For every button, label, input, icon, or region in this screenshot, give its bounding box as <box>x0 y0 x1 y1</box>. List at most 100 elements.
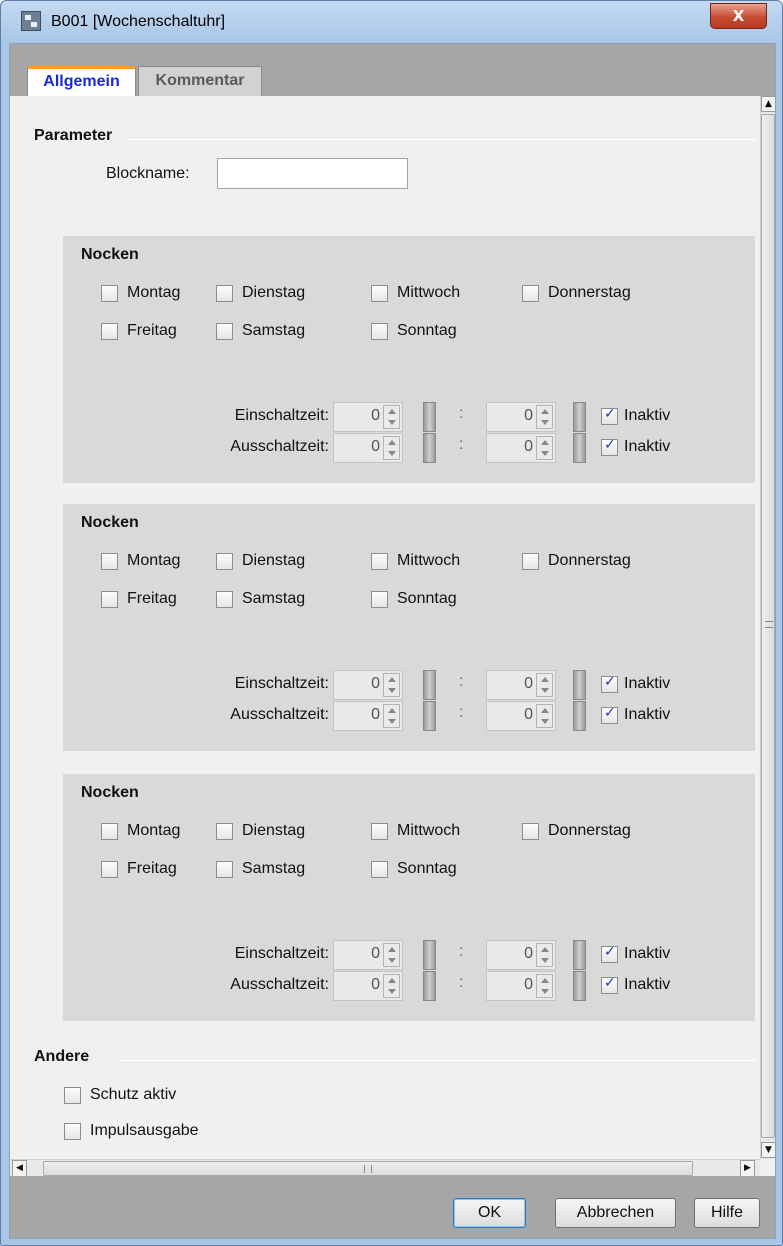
checkbox-mittwoch[interactable]: Mittwoch <box>371 552 460 570</box>
einschaltzeit-hours-spinner[interactable]: 0 <box>333 940 403 970</box>
spinner-arrows-icon[interactable] <box>536 673 553 697</box>
checkbox-box[interactable] <box>371 322 388 340</box>
einschaltzeit-minutes-slider[interactable] <box>573 940 586 970</box>
spinner-arrows-icon[interactable] <box>383 704 400 728</box>
checkbox-box[interactable] <box>371 860 388 878</box>
ausschaltzeit-minutes-slider[interactable] <box>573 971 586 1001</box>
einschaltzeit-minutes-slider[interactable] <box>573 670 586 700</box>
checkbox-box[interactable] <box>101 860 118 878</box>
ausschaltzeit-hours-spinner[interactable]: 0 <box>333 971 403 1001</box>
tab-allgemein[interactable]: Allgemein <box>27 66 136 96</box>
checkbox-samstag[interactable]: Samstag <box>216 322 305 340</box>
checkbox-box[interactable] <box>101 284 118 302</box>
spinner-arrows-icon[interactable] <box>536 704 553 728</box>
scroll-down-arrow-icon[interactable]: ▼ <box>761 1142 776 1158</box>
checkbox-schutz-aktiv[interactable]: Schutz aktiv <box>64 1086 176 1104</box>
spinner-arrows-icon[interactable] <box>536 974 553 998</box>
checkbox-box[interactable] <box>216 860 233 878</box>
spinner-arrows-icon[interactable] <box>383 943 400 967</box>
spinner-arrows-icon[interactable] <box>536 405 553 429</box>
checkbox-box[interactable] <box>216 552 233 570</box>
checkbox-box[interactable] <box>101 822 118 840</box>
checkbox-freitag[interactable]: Freitag <box>101 590 177 608</box>
checkbox-box[interactable] <box>101 590 118 608</box>
checkbox-donnerstag[interactable]: Donnerstag <box>522 552 631 570</box>
checkbox-impulsausgabe[interactable]: Impulsausgabe <box>64 1122 199 1140</box>
einschaltzeit-minutes-spinner[interactable]: 0 <box>486 940 556 970</box>
checkbox-dienstag[interactable]: Dienstag <box>216 552 305 570</box>
vertical-scroll-thumb[interactable] <box>761 114 775 1138</box>
ausschaltzeit-minutes-slider[interactable] <box>573 701 586 731</box>
checkbox-box[interactable] <box>601 944 618 963</box>
cancel-button[interactable]: Abbrechen <box>555 1198 676 1228</box>
checkbox-box[interactable] <box>101 322 118 340</box>
checkbox-box[interactable] <box>216 322 233 340</box>
spinner-arrows-icon[interactable] <box>536 436 553 460</box>
einschaltzeit-hours-slider[interactable] <box>423 402 436 432</box>
horizontal-scrollbar[interactable]: ◀ ▶ <box>10 1159 760 1177</box>
checkbox-mittwoch[interactable]: Mittwoch <box>371 284 460 302</box>
einschaltzeit-hours-spinner[interactable]: 0 <box>333 670 403 700</box>
scroll-up-arrow-icon[interactable]: ▲ <box>761 96 776 112</box>
checkbox-box[interactable] <box>522 284 539 302</box>
checkbox-box[interactable] <box>371 284 388 302</box>
einschaltzeit-inaktiv-checkbox[interactable]: Inaktiv <box>601 406 670 425</box>
checkbox-sonntag[interactable]: Sonntag <box>371 590 457 608</box>
einschaltzeit-minutes-spinner[interactable]: 0 <box>486 402 556 432</box>
checkbox-box[interactable] <box>522 822 539 840</box>
checkbox-box[interactable] <box>522 552 539 570</box>
checkbox-box[interactable] <box>216 284 233 302</box>
checkbox-box[interactable] <box>371 590 388 608</box>
einschaltzeit-inaktiv-checkbox[interactable]: Inaktiv <box>601 674 670 693</box>
vertical-scrollbar[interactable]: ▲ ▼ <box>760 96 776 1159</box>
checkbox-dienstag[interactable]: Dienstag <box>216 284 305 302</box>
ausschaltzeit-inaktiv-checkbox[interactable]: Inaktiv <box>601 437 670 456</box>
spinner-arrows-icon[interactable] <box>383 673 400 697</box>
ausschaltzeit-minutes-spinner[interactable]: 0 <box>486 701 556 731</box>
ausschaltzeit-minutes-spinner[interactable]: 0 <box>486 433 556 463</box>
checkbox-donnerstag[interactable]: Donnerstag <box>522 822 631 840</box>
ausschaltzeit-inaktiv-checkbox[interactable]: Inaktiv <box>601 975 670 994</box>
spinner-arrows-icon[interactable] <box>383 974 400 998</box>
ausschaltzeit-hours-spinner[interactable]: 0 <box>333 433 403 463</box>
scroll-right-arrow-icon[interactable]: ▶ <box>740 1160 755 1177</box>
checkbox-freitag[interactable]: Freitag <box>101 322 177 340</box>
einschaltzeit-minutes-spinner[interactable]: 0 <box>486 670 556 700</box>
ausschaltzeit-hours-slider[interactable] <box>423 433 436 463</box>
ausschaltzeit-hours-spinner[interactable]: 0 <box>333 701 403 731</box>
checkbox-box[interactable] <box>601 705 618 724</box>
scroll-left-arrow-icon[interactable]: ◀ <box>12 1160 27 1177</box>
blockname-input[interactable] <box>217 158 408 189</box>
checkbox-mittwoch[interactable]: Mittwoch <box>371 822 460 840</box>
checkbox-sonntag[interactable]: Sonntag <box>371 860 457 878</box>
checkbox-samstag[interactable]: Samstag <box>216 860 305 878</box>
ausschaltzeit-minutes-spinner[interactable]: 0 <box>486 971 556 1001</box>
checkbox-sonntag[interactable]: Sonntag <box>371 322 457 340</box>
checkbox-dienstag[interactable]: Dienstag <box>216 822 305 840</box>
spinner-arrows-icon[interactable] <box>383 405 400 429</box>
ausschaltzeit-hours-slider[interactable] <box>423 701 436 731</box>
checkbox-montag[interactable]: Montag <box>101 284 180 302</box>
einschaltzeit-inaktiv-checkbox[interactable]: Inaktiv <box>601 944 670 963</box>
checkbox-box[interactable] <box>64 1086 81 1104</box>
checkbox-box[interactable] <box>371 822 388 840</box>
close-button[interactable]: X <box>710 3 767 29</box>
einschaltzeit-minutes-slider[interactable] <box>573 402 586 432</box>
checkbox-box[interactable] <box>64 1122 81 1140</box>
ok-button[interactable]: OK <box>453 1198 526 1228</box>
spinner-arrows-icon[interactable] <box>536 943 553 967</box>
ausschaltzeit-minutes-slider[interactable] <box>573 433 586 463</box>
einschaltzeit-hours-slider[interactable] <box>423 940 436 970</box>
checkbox-samstag[interactable]: Samstag <box>216 590 305 608</box>
ausschaltzeit-inaktiv-checkbox[interactable]: Inaktiv <box>601 705 670 724</box>
checkbox-montag[interactable]: Montag <box>101 552 180 570</box>
einschaltzeit-hours-slider[interactable] <box>423 670 436 700</box>
horizontal-scroll-thumb[interactable] <box>43 1161 693 1176</box>
checkbox-box[interactable] <box>601 674 618 693</box>
checkbox-box[interactable] <box>601 406 618 425</box>
ausschaltzeit-hours-slider[interactable] <box>423 971 436 1001</box>
checkbox-box[interactable] <box>216 822 233 840</box>
spinner-arrows-icon[interactable] <box>383 436 400 460</box>
checkbox-freitag[interactable]: Freitag <box>101 860 177 878</box>
help-button[interactable]: Hilfe <box>694 1198 760 1228</box>
